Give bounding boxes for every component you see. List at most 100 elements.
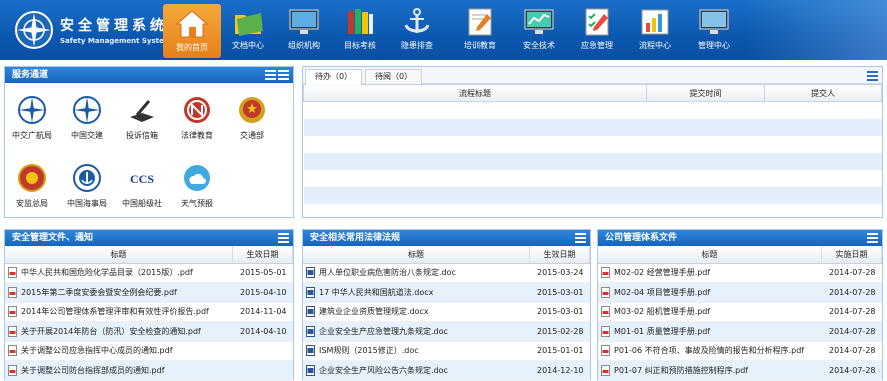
document-title-link[interactable]: 企业安全生产应急管理九条规定.doc <box>319 327 448 336</box>
table-row[interactable]: 关于调整公司防台指挥部成员的通知.pdf <box>5 360 293 381</box>
tab-toread[interactable]: 待阅（0） <box>365 69 423 84</box>
document-title-link[interactable]: 2014年公司管理体系管理评审和有效性评价报告.pdf <box>21 307 209 316</box>
column-header[interactable]: 标题 <box>5 246 233 264</box>
nav-safety-tech[interactable]: 安全技术 <box>510 2 568 58</box>
service-link[interactable]: 中交广航局 <box>5 95 59 141</box>
table-row[interactable]: 17 中华人民共和国航道法.docx 2015-03-01 <box>303 282 590 303</box>
document-title-link[interactable]: 关于调整公司应急指挥中心成员的通知.pdf <box>21 346 173 355</box>
service-link[interactable]: 天气预报 <box>170 163 224 209</box>
document-title-link[interactable]: 建筑业企业资质管理规定.docx <box>319 307 429 316</box>
menu-icon[interactable] <box>278 70 289 80</box>
national-emblem-icon <box>239 97 265 123</box>
document-title-link[interactable]: 关于调整公司防台指挥部成员的通知.pdf <box>21 366 165 375</box>
table-row[interactable]: 中华人民共和国危险化学品目录（2015版）.pdf 2015-05-01 <box>5 263 293 283</box>
column-header[interactable]: 生效日期 <box>529 246 590 264</box>
pdf-icon <box>601 364 610 376</box>
doc-icon <box>306 364 315 376</box>
menu-icon[interactable] <box>575 233 586 243</box>
table-row[interactable]: M02-04 项目管理手册.pdf 2014-07-28 <box>598 282 882 303</box>
service-link[interactable]: 中国海事局 <box>60 163 114 209</box>
document-title-link[interactable]: M02-04 项目管理手册.pdf <box>614 288 710 297</box>
document-date: 2015-04-10 <box>232 282 293 303</box>
table-row[interactable]: 企业安全生产风险公告六条规定.doc 2014-12-10 <box>303 360 590 381</box>
services-panel-header: 服务通道 <box>5 67 293 83</box>
nav-training[interactable]: 培训教育 <box>451 2 509 58</box>
document-title-link[interactable]: 关于开展2014年防台（防汛）安全检查的通知.pdf <box>21 327 201 336</box>
nav-workflow-label: 流程中心 <box>639 41 671 50</box>
column-header[interactable]: 实施日期 <box>821 246 882 264</box>
menu-icon[interactable] <box>265 70 276 80</box>
nav-home[interactable]: 我的首页 <box>163 4 221 58</box>
table-row[interactable]: 建筑业企业资质管理规定.docx 2015-03-01 <box>303 302 590 322</box>
table-row[interactable]: P01-07 纠正和预防措施控制程序.pdf 2014-07-28 <box>598 360 882 381</box>
column-header[interactable]: 生效日期 <box>232 246 293 264</box>
workflow-table: 流程标题 提交时间 提交人 <box>303 84 882 204</box>
service-link[interactable]: 法律教育 <box>170 95 224 141</box>
service-link[interactable]: 投诉信箱 <box>115 95 169 141</box>
table-row[interactable]: 2015年第二季度安委会暨安全例会纪要.pdf 2015-04-10 <box>5 282 293 303</box>
services-panel-title: 服务通道 <box>12 70 49 80</box>
document-table: 标题 实施日期 M02-02 经营管理手册.pdf 2014-07-28 M02-04 … <box>598 246 882 381</box>
nav-documents[interactable]: 文档中心 <box>219 2 277 58</box>
empty-row <box>304 170 882 187</box>
menu-icon[interactable] <box>278 233 289 243</box>
service-link[interactable]: 安监总局 <box>5 163 59 209</box>
document-table: 标题 生效日期 中华人民共和国危险化学品目录（2015版）.pdf 2015-05-0… <box>5 246 293 381</box>
pdf-icon <box>8 267 17 279</box>
table-row[interactable]: 用人单位职业病危害防治八条规定.doc 2015-03-24 <box>303 263 590 283</box>
nav-hazards[interactable]: 隐患排查 <box>388 2 446 58</box>
document-title-link[interactable]: M01-01 质量管理手册.pdf <box>614 327 710 336</box>
books-icon <box>348 9 373 34</box>
bar-chart-icon <box>641 9 669 35</box>
nav-workflow[interactable]: 流程中心 <box>626 2 684 58</box>
nav-organization[interactable]: 组织机构 <box>275 2 333 58</box>
document-title-link[interactable]: 17 中华人民共和国航道法.docx <box>319 288 433 297</box>
document-date: 2015-03-01 <box>529 302 590 322</box>
table-row[interactable]: M01-01 质量管理手册.pdf 2014-07-28 <box>598 321 882 342</box>
document-title-link[interactable]: M02-02 经营管理手册.pdf <box>614 268 710 277</box>
column-header[interactable]: 提交时间 <box>646 84 765 102</box>
document-date: 2015-03-24 <box>529 263 590 283</box>
tab-todo[interactable]: 待办（0） <box>305 69 363 85</box>
table-row[interactable]: 关于开展2014年防台（防汛）安全检查的通知.pdf 2014-04-10 <box>5 321 293 342</box>
nav-management[interactable]: 管理中心 <box>685 2 743 58</box>
column-header[interactable]: 提交人 <box>764 84 882 102</box>
weather-icon <box>184 165 210 191</box>
safety-notices-panel: 安全管理文件、通知 标题 生效日期 中华人民共和国危险化学品目录（2015版）.pdf… <box>4 229 294 381</box>
table-row[interactable]: 企业安全生产应急管理九条规定.doc 2015-02-28 <box>303 321 590 342</box>
document-title-link[interactable]: P01-07 纠正和预防措施控制程序.pdf <box>614 366 748 375</box>
maritime-emblem-icon <box>73 164 101 192</box>
table-row[interactable]: M03-02 船机管理手册.pdf 2014-07-28 <box>598 302 882 322</box>
document-date: 2014-04-10 <box>232 321 293 342</box>
panel-title: 安全相关常用法律法规 <box>310 233 401 243</box>
table-row[interactable]: P01-06 不符合项、事故及险情的报告和分析程序.pdf 2014-07-28 <box>598 341 882 361</box>
workflow-tabs: 待办（0） 待阅（0） <box>303 67 882 85</box>
doc-icon <box>306 267 315 279</box>
service-link[interactable]: 交通部 <box>225 95 279 141</box>
document-title-link[interactable]: P01-06 不符合项、事故及险情的报告和分析程序.pdf <box>614 346 804 355</box>
nav-targets[interactable]: 目标考核 <box>331 2 389 58</box>
table-row[interactable]: 2014年公司管理体系管理评审和有效性评价报告.pdf 2014-11-04 <box>5 302 293 322</box>
document-title-link[interactable]: 2015年第二季度安委会暨安全例会纪要.pdf <box>21 288 177 297</box>
service-label: 中国海事局 <box>67 199 107 208</box>
document-title-link[interactable]: ISM规则（2015修正）.doc <box>319 346 419 355</box>
service-link[interactable]: 中国交建 <box>60 95 114 141</box>
table-row[interactable]: M02-02 经营管理手册.pdf 2014-07-28 <box>598 263 882 283</box>
document-title-link[interactable]: 中华人民共和国危险化学品目录（2015版）.pdf <box>21 268 193 277</box>
table-row[interactable]: ISM规则（2015修正）.doc 2015-01-01 <box>303 341 590 361</box>
document-title-link[interactable]: M03-02 船机管理手册.pdf <box>614 307 710 316</box>
document-title-link[interactable]: 企业安全生产风险公告六条规定.doc <box>319 366 448 375</box>
menu-icon[interactable] <box>867 233 878 243</box>
document-date: 2014-07-28 <box>821 302 882 322</box>
menu-icon[interactable] <box>867 71 878 81</box>
nav-emergency-label: 应急管理 <box>581 41 613 50</box>
document-date: 2014-07-28 <box>821 282 882 303</box>
column-header[interactable]: 标题 <box>303 246 530 264</box>
column-header[interactable]: 流程标题 <box>303 84 647 102</box>
table-row[interactable]: 关于调整公司应急指挥中心成员的通知.pdf <box>5 341 293 361</box>
service-link[interactable]: CCS 中国船级社 <box>115 163 169 209</box>
document-title-link[interactable]: 用人单位职业病危害防治八条规定.doc <box>319 268 456 277</box>
column-header[interactable]: 标题 <box>598 246 822 264</box>
nav-emergency[interactable]: 应急管理 <box>568 2 626 58</box>
nav-documents-label: 文档中心 <box>232 41 264 50</box>
